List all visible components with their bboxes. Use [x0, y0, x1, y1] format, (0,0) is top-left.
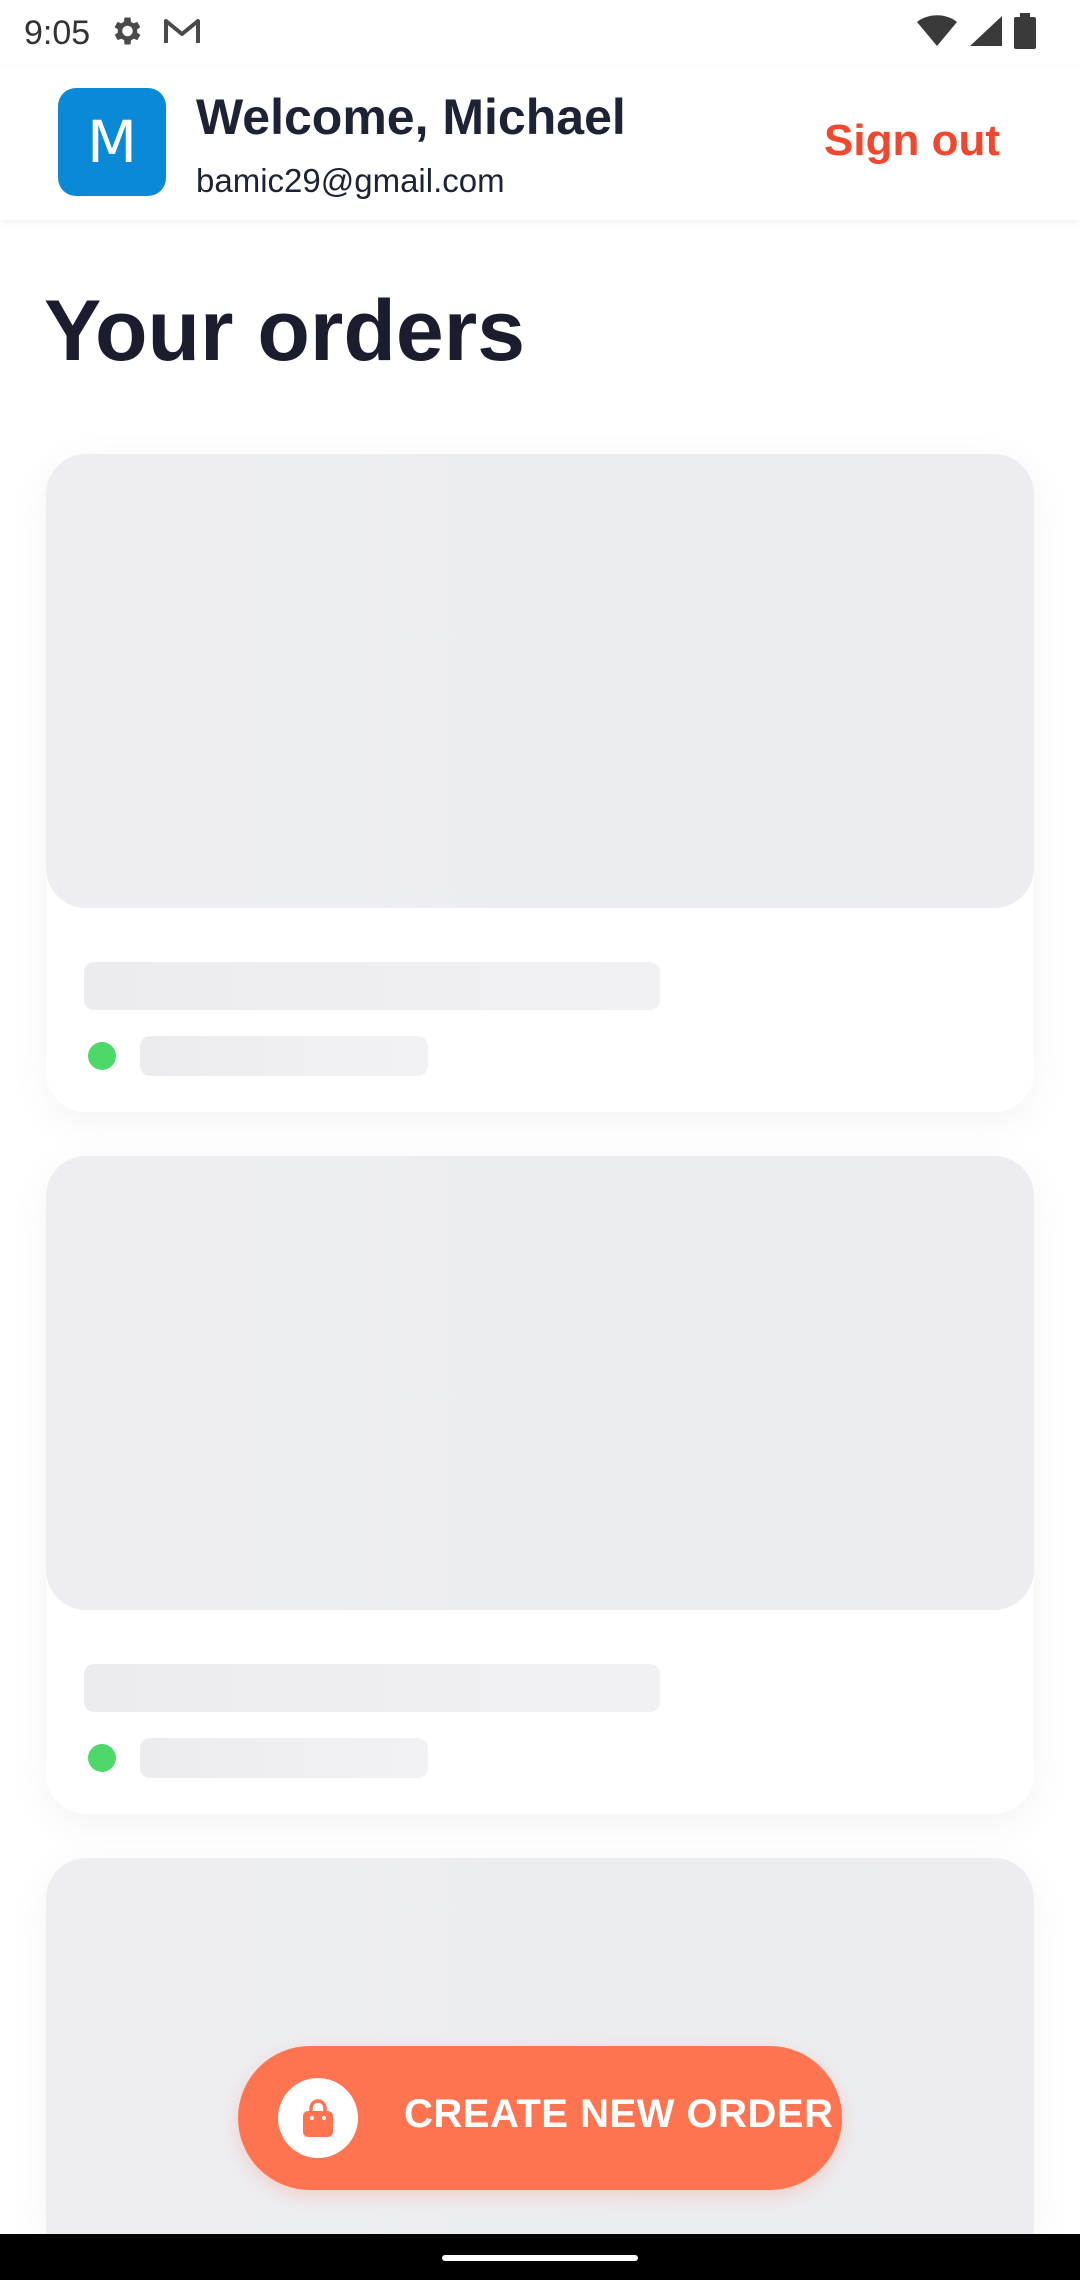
wifi-icon: [916, 14, 958, 53]
order-status-placeholder: [140, 1738, 428, 1778]
home-indicator[interactable]: [442, 2255, 638, 2261]
order-title-placeholder: [84, 962, 660, 1010]
order-image-placeholder: [46, 1156, 1034, 1610]
order-title-placeholder: [84, 1664, 660, 1712]
page-title: Your orders: [44, 283, 526, 379]
order-status-dot: [88, 1042, 116, 1070]
create-new-order-label: CREATE NEW ORDER: [404, 2092, 834, 2136]
signal-icon: [968, 14, 1004, 53]
battery-icon: [1014, 12, 1036, 54]
order-image-placeholder: [46, 454, 1034, 908]
order-status-dot: [88, 1744, 116, 1772]
sign-out-button[interactable]: Sign out: [824, 116, 1000, 166]
gear-icon: [108, 13, 144, 54]
status-left: 9:05: [24, 13, 202, 54]
order-card-skeleton[interactable]: [46, 454, 1034, 1112]
avatar[interactable]: M: [58, 88, 166, 196]
app-header: M Welcome, Michael bamic29@gmail.com Sig…: [0, 66, 1080, 220]
status-bar: 9:05: [0, 0, 1080, 66]
gmail-icon: [162, 15, 202, 52]
shopping-bag-icon: [278, 2078, 358, 2158]
order-card-skeleton[interactable]: [46, 1156, 1034, 1814]
status-right: [916, 12, 1036, 54]
order-status-placeholder: [140, 1036, 428, 1076]
app-screen: 9:05 M Welcome, Michael bamic29@gmail.co…: [0, 0, 1080, 2280]
user-email: bamic29@gmail.com: [196, 162, 505, 199]
status-time: 9:05: [24, 13, 91, 52]
welcome-text: Welcome, Michael: [196, 89, 626, 145]
create-new-order-button[interactable]: CREATE NEW ORDER: [238, 2046, 842, 2190]
